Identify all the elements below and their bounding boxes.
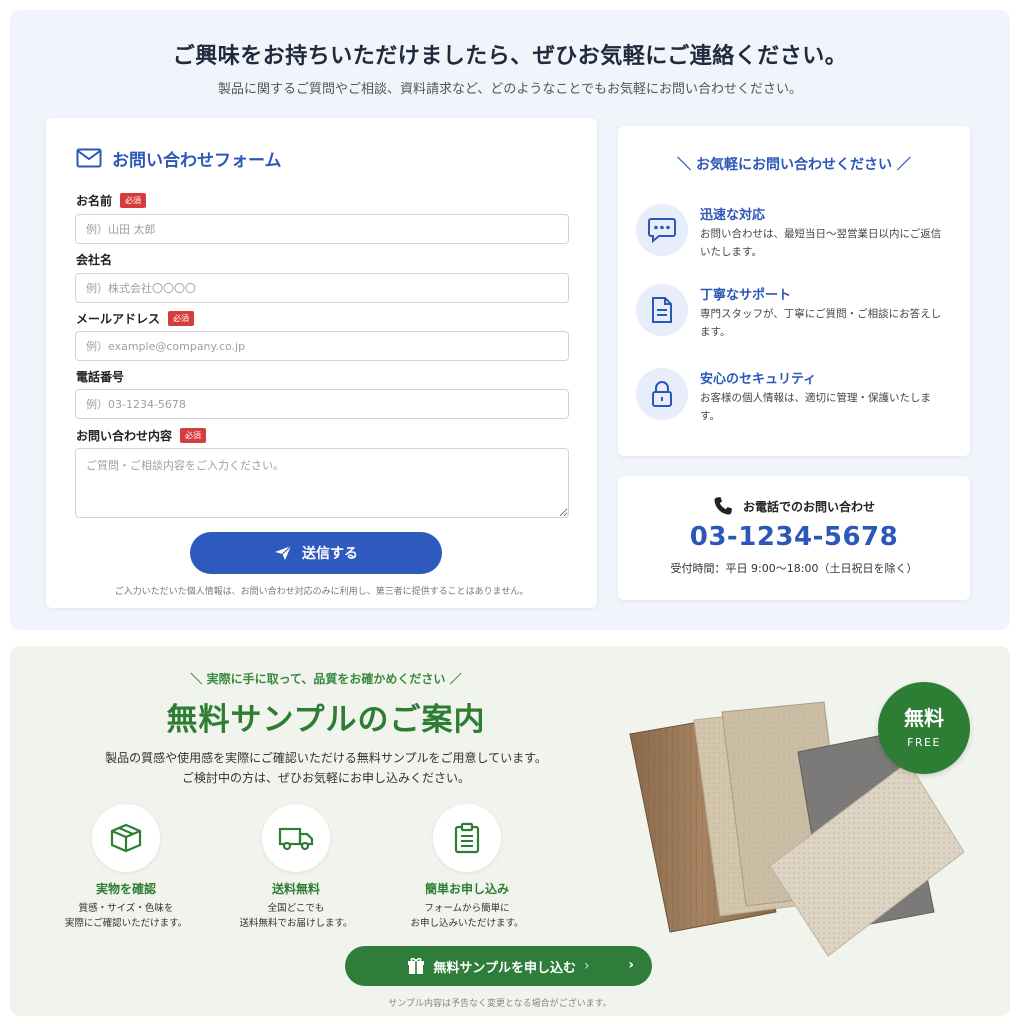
name-label: お名前 必須 — [76, 191, 147, 209]
document-icon — [636, 284, 688, 336]
company-label: 会社名 — [76, 250, 112, 268]
phone-label: お電話でのお問い合わせ — [618, 496, 970, 516]
benefit-title: 実物を確認 — [95, 882, 156, 896]
sample-tagline: ＼ 実際に手に取って、品質をお確かめください ／ — [190, 672, 462, 686]
email-label: メールアドレス 必須 — [76, 309, 195, 327]
name-input[interactable] — [75, 214, 569, 244]
clipboard-icon — [433, 804, 501, 872]
benefit-desc-line: 実際にご確認いただけます。 — [64, 918, 188, 929]
truck-icon — [262, 804, 330, 872]
benefit-item: 簡単お申し込み フォームから簡単に お申し込みいただけます。 — [387, 804, 547, 934]
free-badge: 無料 FREE — [878, 682, 970, 774]
sample-title: 無料サンプルのご案内 — [166, 702, 486, 738]
contact-headline: ご興味をお持ちいただけましたら、ぜひお気軽にご連絡ください。 — [172, 44, 848, 69]
required-badge: 必須 — [168, 310, 195, 326]
sample-section: ＼ 実際に手に取って、品質をお確かめください ／ 無料サンプルのご案内 製品の質… — [10, 646, 1010, 1016]
paper-plane-icon — [275, 545, 292, 560]
feature-item: 安心のセキュリティ お客様の個人情報は、適切に管理・保護いたします。 — [636, 368, 956, 428]
benefit-desc-line: お申し込みいただけます。 — [410, 918, 524, 929]
sample-desc-line: 製品の質感や使用感を実際にご確認いただける無料サンプルをご用意しています。 — [105, 751, 547, 765]
phone-icon — [714, 497, 732, 515]
feature-title: 安心のセキュリティ — [700, 372, 817, 387]
submit-button[interactable]: 送信する — [190, 532, 442, 574]
phone-label: 電話番号 — [76, 367, 124, 385]
contact-section: ご興味をお持ちいただけましたら、ぜひお気軽にご連絡ください。 製品に関するご質問… — [10, 10, 1010, 630]
benefit-desc-line: フォームから簡単に — [424, 903, 510, 914]
sample-desc-line: ご検討中の方は、ぜひお気軽にお申し込みください。 — [181, 771, 470, 785]
sample-note: サンプル内容は予告なく変更となる場合がございます。 — [388, 999, 612, 1009]
benefit-desc: フォームから簡単に お申し込みいただけます。 — [387, 901, 547, 931]
feature-title: 迅速な対応 — [700, 208, 766, 223]
required-badge: 必須 — [120, 192, 147, 208]
email-label-text: メールアドレス — [76, 311, 161, 326]
feature-item: 丁寧なサポート 専門スタッフが、丁寧にご質問・ご相談にお答えします。 — [636, 284, 956, 344]
benefit-desc-line: 送料無料でお届けします。 — [239, 918, 353, 929]
chevron-right-icon: › — [584, 958, 590, 974]
form-title-text: お問い合わせフォーム — [112, 150, 282, 171]
email-input[interactable] — [75, 331, 569, 361]
phone-number[interactable]: 03-1234-5678 — [618, 522, 970, 552]
lock-icon — [636, 368, 688, 420]
benefit-item: 実物を確認 質感・サイズ・色味を 実際にご確認いただけます。 — [46, 804, 206, 934]
feature-title: 丁寧なサポート — [700, 288, 792, 303]
submit-label: 送信する — [302, 546, 358, 562]
form-title: お問い合わせフォーム — [76, 146, 282, 171]
benefit-desc: 質感・サイズ・色味を 実際にご確認いただけます。 — [46, 901, 206, 931]
contact-form: お問い合わせフォーム お名前 必須 会社名 メールアドレス 必須 電話番号 お問… — [46, 118, 597, 608]
info-heading: ＼ お気軽にお問い合わせください ／ — [677, 157, 911, 173]
privacy-note: ご入力いただいた個人情報は、お問い合わせ対応のみに利用し、第三者に提供することは… — [114, 587, 529, 597]
phone-input[interactable] — [75, 389, 569, 419]
box-icon — [92, 804, 160, 872]
company-label-text: 会社名 — [76, 252, 113, 267]
free-badge-main: 無料 — [904, 706, 944, 730]
chat-bubble-icon — [636, 204, 688, 256]
gift-icon — [408, 957, 425, 974]
message-label-text: お問い合わせ内容 — [76, 428, 173, 443]
feature-desc: お客様の個人情報は、適切に管理・保護いたします。 — [700, 392, 931, 422]
sample-desc: 製品の質感や使用感を実際にご確認いただける無料サンプルをご用意しています。 ご検… — [10, 748, 642, 788]
free-badge-sub: FREE — [907, 736, 941, 749]
benefit-item: 送料無料 全国どこでも 送料無料でお届けします。 — [216, 804, 376, 934]
mail-icon — [76, 148, 102, 168]
name-label-text: お名前 — [76, 193, 113, 208]
apply-label: 無料サンプルを申し込む — [433, 960, 576, 976]
phone-hours: 受付時間：平日 9:00〜18:00（土日祝日を除く） — [670, 562, 918, 575]
message-textarea[interactable] — [75, 448, 569, 518]
phone-card: お電話でのお問い合わせ 03-1234-5678 受付時間：平日 9:00〜18… — [618, 476, 970, 600]
required-badge: 必須 — [180, 427, 207, 443]
phone-label-text: お電話でのお問い合わせ — [742, 499, 875, 514]
message-label: お問い合わせ内容 必須 — [76, 426, 207, 444]
benefit-desc-line: 質感・サイズ・色味を — [78, 903, 174, 914]
benefit-desc: 全国どこでも 送料無料でお届けします。 — [216, 901, 376, 931]
company-input[interactable] — [75, 273, 569, 303]
feature-desc: お問い合わせは、最短当日〜翌営業日以内にご返信いたします。 — [700, 228, 942, 258]
apply-sample-button[interactable]: 無料サンプルを申し込む › › — [345, 946, 652, 986]
phone-label-text: 電話番号 — [76, 369, 125, 384]
benefit-title: 送料無料 — [271, 882, 320, 896]
benefit-title: 簡単お申し込み — [424, 882, 509, 896]
contact-subline: 製品に関するご質問やご相談、資料請求など、どのようなことでもお気軽にお問い合わせ… — [218, 82, 802, 97]
feature-item: 迅速な対応 お問い合わせは、最短当日〜翌営業日以内にご返信いたします。 — [636, 204, 956, 264]
feature-desc: 専門スタッフが、丁寧にご質問・ご相談にお答えします。 — [700, 308, 942, 338]
benefit-desc-line: 全国どこでも — [267, 903, 325, 914]
info-card: ＼ お気軽にお問い合わせください ／ 迅速な対応 お問い合わせは、最短当日〜翌営… — [618, 126, 970, 456]
